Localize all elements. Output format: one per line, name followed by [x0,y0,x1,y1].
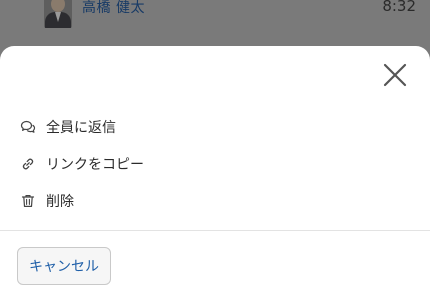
screen: 高橋 健太 8:32 全員に返信 リンクをコピー 削除 キャンセル [0,0,430,300]
action-menu: 全員に返信 リンクをコピー 削除 [20,108,144,219]
message-time: 8:32 [382,0,416,15]
delete-item[interactable]: 削除 [20,182,144,219]
avatar [44,0,72,28]
divider [0,230,430,231]
reply-all-label: 全員に返信 [46,119,116,136]
action-sheet: 全員に返信 リンクをコピー 削除 キャンセル [0,46,430,300]
reply-all-item[interactable]: 全員に返信 [20,108,144,145]
link-icon [20,156,36,172]
speech-bubbles-icon [20,119,36,135]
copy-link-item[interactable]: リンクをコピー [20,145,144,182]
message-row[interactable]: 高橋 健太 8:32 [0,0,430,46]
close-icon [383,63,407,87]
delete-label: 削除 [46,193,74,210]
cancel-button[interactable]: キャンセル [17,247,111,285]
sender-name: 高橋 健太 [82,0,145,16]
trash-icon [20,193,36,209]
close-button[interactable] [382,62,408,88]
copy-link-label: リンクをコピー [46,156,144,173]
